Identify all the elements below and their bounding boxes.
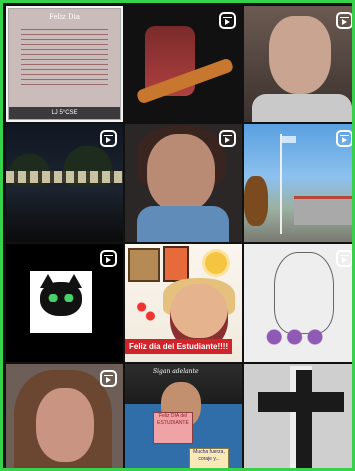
tile-guitar-player[interactable] <box>125 6 242 122</box>
reel-icon <box>100 250 117 267</box>
cross-vertical <box>290 366 312 468</box>
instagram-grid-frame: Feliz Dia LJ 5°CSE Feliz día del Estudia… <box>0 0 355 471</box>
building <box>294 196 352 225</box>
face <box>147 134 215 212</box>
reel-icon <box>100 370 117 387</box>
tile-cross[interactable] <box>244 364 352 468</box>
reel-icon <box>336 130 352 147</box>
card-title: Feliz Dia <box>48 13 81 21</box>
card-footer: LJ 5°CSE <box>9 107 120 119</box>
tile-man-holding-signs[interactable]: Sigan adelante Feliz DÍA del ESTUDIANTE … <box>125 364 242 468</box>
wall-text: Sigan adelante <box>153 368 199 375</box>
shirt <box>137 206 229 242</box>
tile-school-building-night[interactable] <box>6 124 123 242</box>
tree <box>244 176 268 226</box>
tile-girl-blue-shirt[interactable] <box>125 124 242 242</box>
greeting-banner: Feliz día del Estudiante!!!! <box>125 339 232 354</box>
reel-icon <box>100 130 117 147</box>
hearts <box>135 298 157 328</box>
reel-icon <box>336 12 352 29</box>
shirt <box>252 94 352 122</box>
wall-picture <box>163 246 189 282</box>
greeting-card: Feliz Dia LJ 5°CSE <box>8 8 121 120</box>
reel-icon <box>219 12 236 29</box>
tile-greeting-card[interactable]: Feliz Dia LJ 5°CSE <box>6 6 123 122</box>
flag <box>282 136 296 143</box>
flagpole <box>280 134 282 234</box>
sign: Feliz DÍA del ESTUDIANTE <box>153 412 193 444</box>
building <box>6 171 123 183</box>
face <box>269 16 331 94</box>
tile-black-cat-drawing[interactable] <box>6 244 123 362</box>
reel-icon <box>219 130 236 147</box>
sketch-figure <box>274 252 334 334</box>
tile-school-flagpole[interactable] <box>244 124 352 242</box>
reel-icon <box>336 250 352 267</box>
tile-teacher-message[interactable]: Feliz día del Estudiante!!!! <box>125 244 242 362</box>
cross-horizontal <box>258 392 344 412</box>
tile-man-closeup[interactable] <box>244 6 352 122</box>
tile-woman-portrait[interactable] <box>6 364 123 468</box>
face <box>36 388 94 462</box>
card-text-lines <box>21 25 108 89</box>
post-grid: Feliz Dia LJ 5°CSE Feliz día del Estudia… <box>6 6 352 468</box>
tile-sketch-flowers[interactable] <box>244 244 352 362</box>
flowers <box>264 328 332 346</box>
sign: Mucha fuerza, coraje y... <box>189 448 229 468</box>
sun-drawing <box>205 252 227 274</box>
wall-picture <box>128 248 160 282</box>
